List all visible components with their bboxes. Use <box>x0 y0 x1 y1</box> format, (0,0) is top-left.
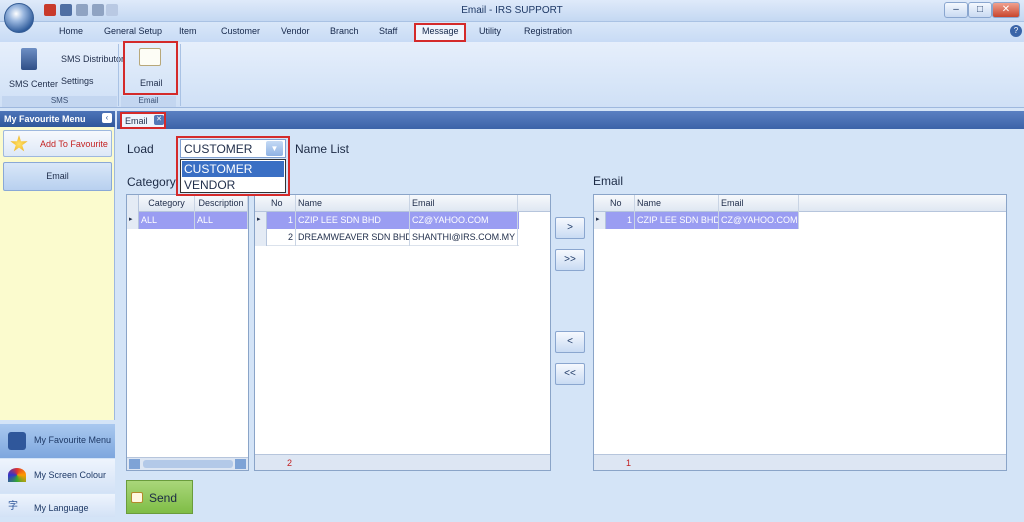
remove-selected-button[interactable]: < <box>555 331 585 353</box>
collapse-icon[interactable]: ‹ <box>102 113 112 123</box>
grid-header: Category Description <box>127 195 248 212</box>
column-header-email[interactable]: Email <box>410 195 518 212</box>
category-label: Category <box>127 175 176 189</box>
nav-my-screen-colour[interactable]: My Screen Colour <box>0 459 115 493</box>
cell-email: CZ@YAHOO.COM <box>719 212 799 229</box>
cell-name: DREAMWEAVER SDN BHD <box>296 229 410 246</box>
add-all-button[interactable]: >> <box>555 249 585 271</box>
cell-email: CZ@YAHOO.COM <box>410 212 518 229</box>
name-list-grid: No Name Email ▸ 1 CZIP LEE SDN BHD CZ@YA… <box>254 194 551 471</box>
grid-footer: 2 <box>255 454 550 470</box>
tab-utility[interactable]: Utility <box>479 26 501 36</box>
sms-center-button[interactable]: SMS Center <box>5 44 59 92</box>
nav-my-favourite-menu[interactable]: My Favourite Menu <box>0 424 115 458</box>
ribbon-separator <box>180 44 181 106</box>
column-header-email[interactable]: Email <box>719 195 799 212</box>
favourite-menu-header: My Favourite Menu <box>0 111 115 127</box>
table-row[interactable]: ▸ 1 CZIP LEE SDN BHD CZ@YAHOO.COM <box>594 212 799 229</box>
ribbon-group-email: Email <box>121 96 176 107</box>
scroll-thumb[interactable] <box>143 460 233 468</box>
nav-label: My Screen Colour <box>34 470 107 480</box>
column-header-no[interactable]: No <box>594 195 635 212</box>
tab-item[interactable]: Item <box>179 26 197 36</box>
cell-category: ALL <box>139 212 195 229</box>
ribbon-separator <box>118 44 119 106</box>
cell-email: SHANTHI@IRS.COM.MY <box>410 229 518 246</box>
record-count: 2 <box>287 458 293 468</box>
cell-description: ALL <box>195 212 248 229</box>
nav-label: My Language <box>34 503 89 513</box>
sms-distributor-button[interactable]: SMS Distributor <box>61 54 124 64</box>
cell-no: 1 <box>606 212 635 229</box>
horizontal-scrollbar[interactable] <box>127 457 248 470</box>
favourite-email-item[interactable]: Email <box>3 162 112 191</box>
grid-header: No Name Email <box>255 195 550 212</box>
cell-no: 1 <box>267 212 296 229</box>
column-header-no[interactable]: No <box>255 195 296 212</box>
send-mail-icon <box>131 492 143 503</box>
document-tab-strip <box>117 111 1024 129</box>
scroll-right-icon[interactable] <box>235 459 246 469</box>
tab-customer[interactable]: Customer <box>221 26 260 36</box>
add-to-favourite-button[interactable]: Add To Favourite <box>3 130 112 157</box>
favourite-menu-icon <box>8 432 26 450</box>
grid-header: No Name Email <box>594 195 1006 212</box>
colour-palette-icon <box>8 468 26 482</box>
phone-icon <box>21 48 37 70</box>
ribbon-group-sms: SMS <box>2 96 117 107</box>
window-title: Email - IRS SUPPORT <box>461 5 563 16</box>
cell-name: CZIP LEE SDN BHD <box>635 212 719 229</box>
add-selected-button[interactable]: > <box>555 217 585 239</box>
tab-vendor[interactable]: Vendor <box>281 26 310 36</box>
tab-staff[interactable]: Staff <box>379 26 397 36</box>
language-icon: 字 <box>8 501 18 512</box>
column-header-category[interactable]: Category <box>139 195 195 212</box>
current-row-icon: ▸ <box>255 212 267 229</box>
load-dropdown-highlight <box>176 136 290 196</box>
category-grid: Category Description ▸ ALL ALL <box>126 194 249 471</box>
help-icon[interactable]: ? <box>1010 25 1022 37</box>
name-list-label: Name List <box>295 142 350 156</box>
current-row-icon: ▸ <box>594 212 606 229</box>
add-to-favourite-label: Add To Favourite <box>40 139 108 149</box>
column-header-description[interactable]: Description <box>195 195 248 212</box>
cell-no: 2 <box>267 229 296 246</box>
column-header-name[interactable]: Name <box>296 195 410 212</box>
sms-center-label: SMS Center <box>9 79 59 89</box>
email-list-label: Email <box>593 174 624 188</box>
record-count: 1 <box>626 458 632 468</box>
tab-email-label: Email <box>125 116 148 126</box>
scroll-left-icon[interactable] <box>129 459 140 469</box>
tab-home[interactable]: Home <box>59 26 83 36</box>
current-row-icon: ▸ <box>127 212 139 229</box>
maximize-button[interactable]: □ <box>968 2 992 18</box>
settings-button[interactable]: Settings <box>61 76 94 86</box>
close-button[interactable]: ✕ <box>992 2 1020 18</box>
minimize-button[interactable]: – <box>944 2 968 18</box>
nav-my-language[interactable]: 字 My Language <box>0 494 115 517</box>
table-row[interactable]: 2 DREAMWEAVER SDN BHD SHANTHI@IRS.COM.MY <box>255 229 519 246</box>
email-ribbon-highlight <box>123 41 178 95</box>
cell-name: CZIP LEE SDN BHD <box>296 212 410 229</box>
email-list-grid: No Name Email ▸ 1 CZIP LEE SDN BHD CZ@YA… <box>593 194 1007 471</box>
close-tab-icon[interactable]: ✕ <box>154 115 164 125</box>
send-button[interactable]: Send <box>126 480 193 514</box>
row-header <box>255 229 267 246</box>
tab-registration[interactable]: Registration <box>524 26 572 36</box>
send-label: Send <box>149 491 178 505</box>
remove-all-button[interactable]: << <box>555 363 585 385</box>
nav-label: My Favourite Menu <box>34 435 112 445</box>
grid-footer: 1 <box>594 454 1006 470</box>
star-add-icon <box>10 135 28 152</box>
load-label: Load <box>127 142 154 156</box>
app-menu-orb-icon[interactable] <box>4 3 34 33</box>
table-row[interactable]: ▸ 1 CZIP LEE SDN BHD CZ@YAHOO.COM <box>255 212 519 229</box>
tab-message[interactable]: Message <box>422 26 459 36</box>
row-header <box>127 195 139 212</box>
column-header-name[interactable]: Name <box>635 195 719 212</box>
table-row[interactable]: ▸ ALL ALL <box>127 212 248 229</box>
tab-general-setup[interactable]: General Setup <box>104 26 162 36</box>
tab-branch[interactable]: Branch <box>330 26 359 36</box>
